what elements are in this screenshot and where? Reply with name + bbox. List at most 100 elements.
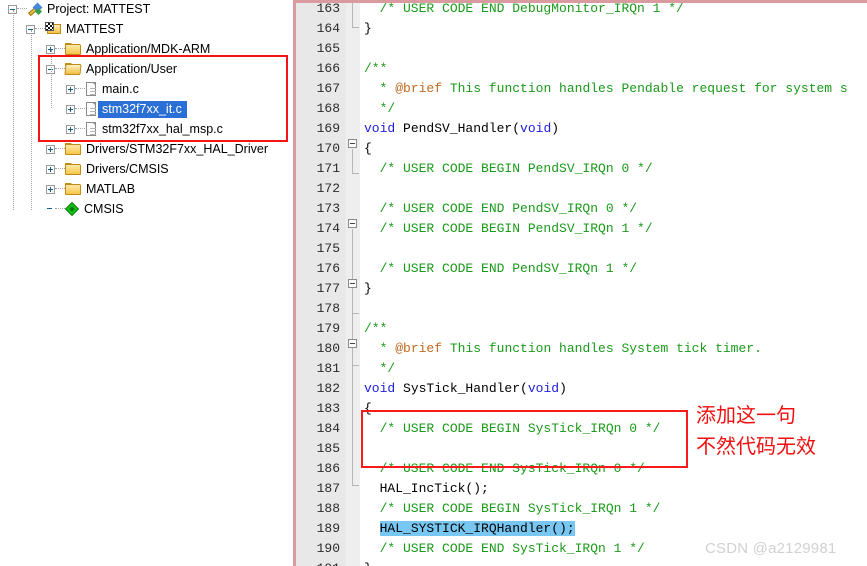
code-segment: /* USER CODE BEGIN SysTick_IRQn 1 */ [364, 501, 661, 516]
line-number: 165 [316, 41, 340, 56]
file-icon [85, 101, 98, 117]
file-icon [85, 121, 98, 137]
code-line[interactable]: * @brief This function handles System ti… [364, 339, 762, 359]
line-number: 177 [316, 281, 340, 296]
code-line[interactable]: } [364, 559, 372, 566]
code-segment: This function handles System tick timer. [442, 341, 762, 356]
code-line[interactable]: * @brief This function handles Pendable … [364, 79, 848, 99]
code-line[interactable]: /* USER CODE END DebugMonitor_IRQn 1 */ [364, 3, 684, 19]
code-segment: ) [559, 381, 567, 396]
line-number: 175 [316, 241, 340, 256]
tree-node-label: MATTEST [66, 22, 124, 36]
tree-node[interactable]: stm32f7xx_hal_msp.c [66, 119, 223, 139]
line-number: 186 [316, 461, 340, 476]
code-line[interactable]: /* USER CODE BEGIN PendSV_IRQn 0 */ [364, 159, 653, 179]
folder-open-icon [64, 62, 82, 76]
code-line[interactable]: /* USER CODE BEGIN SysTick_IRQn 1 */ [364, 499, 661, 519]
tree-node-label: stm32f7xx_it.c [98, 100, 187, 118]
code-line[interactable]: /* USER CODE BEGIN PendSV_IRQn 1 */ [364, 219, 653, 239]
expand-icon[interactable] [46, 164, 55, 174]
folder-icon [65, 42, 82, 56]
code-segment: PendSV_Handler( [395, 121, 521, 136]
code-line[interactable]: void SysTick_Handler(void) [364, 379, 567, 399]
code-segment: ) [551, 121, 560, 136]
tree-node[interactable]: Drivers/CMSIS [46, 159, 169, 179]
code-segment: /* USER CODE END SysTick_IRQn 0 */ [364, 461, 645, 476]
code-line[interactable]: { [364, 399, 372, 419]
diamond-icon [64, 201, 80, 217]
code-line[interactable]: /* USER CODE END SysTick_IRQn 0 */ [364, 459, 645, 479]
fold-marker-183[interactable] [348, 339, 357, 348]
code-line[interactable]: { [364, 139, 372, 159]
code-line[interactable]: /** [364, 319, 387, 339]
code-line[interactable]: /* USER CODE BEGIN SysTick_IRQn 0 */ [364, 419, 661, 439]
tree-node[interactable]: Application/MDK-ARM [46, 39, 210, 59]
tree-connector [75, 128, 85, 130]
code-segment: * [364, 81, 396, 96]
selected-code-text: HAL_SYSTICK_IRQHandler(); [379, 521, 575, 536]
line-number: 181 [316, 361, 340, 376]
expand-icon[interactable] [46, 144, 55, 154]
expand-icon[interactable] [66, 104, 75, 114]
tree-node[interactable]: stm32f7xx_it.c [66, 99, 187, 119]
tree-connector [55, 208, 65, 210]
tree-guide-line [51, 50, 52, 108]
code-segment: /* USER CODE END SysTick_IRQn 1 */ [364, 541, 645, 556]
fold-guide-end [352, 349, 359, 486]
code-segment: /* USER CODE BEGIN SysTick_IRQn 0 */ [364, 421, 661, 436]
tree-connector [55, 48, 65, 50]
tree-node-label: stm32f7xx_hal_msp.c [102, 122, 223, 136]
code-line[interactable]: /* USER CODE END SysTick_IRQn 1 */ [364, 539, 645, 559]
line-number: 171 [316, 161, 340, 176]
code-line[interactable]: */ [364, 99, 396, 119]
tree-node[interactable]: MATTEST [26, 19, 123, 39]
code-segment: void [520, 121, 552, 136]
project-explorer-panel[interactable]: Project: MATTEST MATTEST Application/MDK-A… [0, 0, 290, 566]
tree-node[interactable]: MATLAB [46, 179, 135, 199]
file-icon [85, 81, 98, 97]
fold-marker-179[interactable] [348, 279, 357, 288]
code-line[interactable]: HAL_SYSTICK_IRQHandler(); [364, 519, 575, 539]
line-number: 172 [316, 181, 340, 196]
code-editor-panel[interactable]: 163 /* USER CODE END DebugMonitor_IRQn 1… [293, 0, 867, 566]
expand-icon[interactable] [66, 84, 75, 94]
line-number: 167 [316, 81, 340, 96]
code-line[interactable]: /* USER CODE END PendSV_IRQn 0 */ [364, 199, 637, 219]
code-line[interactable]: /** [364, 59, 387, 79]
target-icon [45, 22, 62, 36]
code-segment: /* USER CODE END PendSV_IRQn 0 */ [364, 201, 638, 216]
tree-guide-line [31, 30, 32, 210]
expand-icon[interactable] [66, 124, 75, 134]
tree-node[interactable]: Application/User [46, 59, 177, 79]
fold-marker-170[interactable] [348, 219, 357, 228]
tree-node-label: main.c [102, 82, 139, 96]
tree-connector [55, 188, 65, 190]
tree-node[interactable]: Project: MATTEST [8, 0, 150, 19]
line-number: 183 [316, 401, 340, 416]
code-line[interactable]: */ [364, 359, 396, 379]
tree-connector [55, 148, 65, 150]
line-number: 180 [316, 341, 340, 356]
code-line[interactable]: /* USER CODE END PendSV_IRQn 1 */ [364, 259, 637, 279]
fold-marker-166[interactable] [348, 139, 357, 148]
tree-node[interactable]: CMSIS [46, 199, 124, 219]
code-line[interactable]: } [364, 19, 372, 39]
tree-node-label: Drivers/STM32F7xx_HAL_Driver [86, 142, 268, 156]
tree-connector [55, 68, 65, 70]
tree-node[interactable]: Drivers/STM32F7xx_HAL_Driver [46, 139, 268, 159]
line-number: 187 [316, 481, 340, 496]
expand-icon[interactable] [46, 184, 55, 194]
tree-node[interactable]: main.c [66, 79, 139, 99]
folder-icon [65, 182, 82, 196]
code-segment: void [364, 381, 396, 396]
code-line[interactable]: void PendSV_Handler(void) [364, 119, 559, 139]
annotation-line-2: 不然代码无效 [696, 434, 816, 458]
line-number: 182 [316, 381, 340, 396]
code-line[interactable]: } [364, 279, 372, 299]
code-segment: /* USER CODE END PendSV_IRQn 1 */ [364, 261, 638, 276]
line-number: 168 [316, 101, 340, 116]
folder-icon [65, 162, 82, 176]
code-segment: void [527, 381, 560, 396]
code-line[interactable]: HAL_IncTick(); [364, 479, 489, 499]
tree-connector [75, 108, 85, 110]
